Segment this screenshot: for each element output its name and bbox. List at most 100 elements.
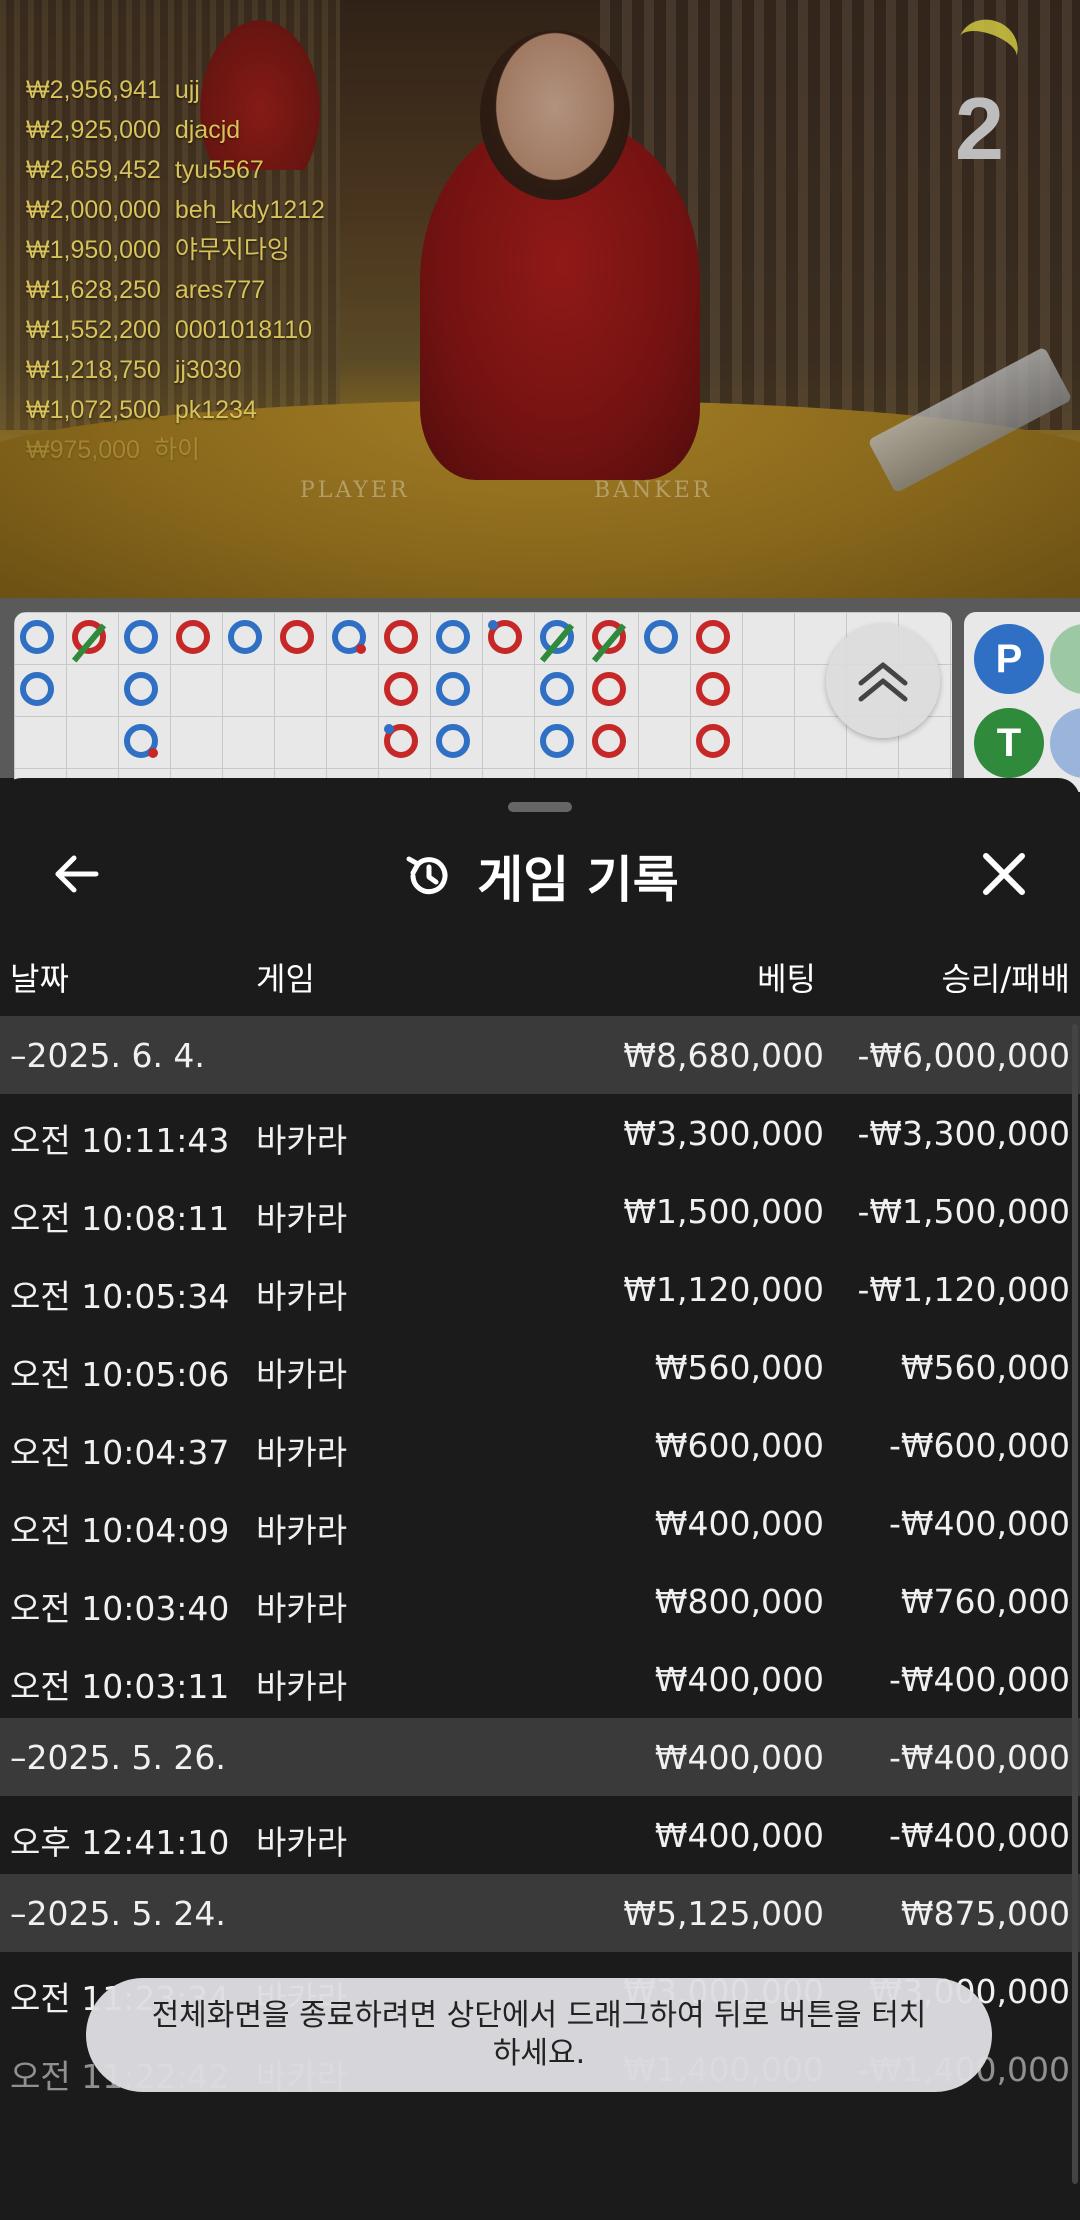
history-row: 오후 12:41:10 바카라 ₩400,000 -₩400,000: [0, 1796, 1080, 1874]
winner-name: ujj: [174, 76, 200, 104]
date-group-row[interactable]: –2025. 5. 26. ₩400,000 -₩400,000: [0, 1718, 1080, 1796]
winner-name: tyu5567: [174, 156, 264, 184]
column-header-bet: 베팅: [757, 960, 816, 998]
winner-row: ₩1,218,750 jj3030: [26, 350, 325, 390]
banker-bead: [592, 672, 626, 706]
row-game: 바카라: [256, 1277, 348, 1316]
row-bet: ₩800,000: [654, 1582, 824, 1621]
winner-name: 야무지다잉: [174, 236, 290, 264]
winner-amount: ₩1,072,500: [26, 396, 161, 424]
player-bead: [540, 724, 574, 758]
column-header-date: 날짜: [10, 960, 69, 998]
winner-name: ares777: [174, 276, 266, 304]
player-bead: [644, 620, 678, 654]
winner-name: jj3030: [174, 356, 242, 384]
row-win-loss: -₩6,000,000: [857, 1036, 1071, 1075]
winner-name: beh_kdy1212: [174, 196, 325, 224]
prediction-panel[interactable]: P T: [964, 612, 1080, 792]
row-game: 바카라: [256, 1121, 348, 1160]
scrollbar[interactable]: [1072, 1024, 1078, 2184]
winner-row: ₩1,628,250 ares777: [26, 270, 325, 310]
row-win-loss: ₩875,000: [900, 1894, 1070, 1933]
banker-bead: [384, 620, 418, 654]
date-group-row[interactable]: –2025. 5. 24. ₩5,125,000 ₩875,000: [0, 1874, 1080, 1952]
winner-amount: ₩1,950,000: [26, 236, 161, 264]
row-date: 오후 12:41:10: [10, 1823, 230, 1862]
player-bead: [124, 620, 158, 654]
row-game: 바카라: [256, 1355, 348, 1394]
winner-name: 0001018110: [174, 316, 313, 344]
row-date: 오전 10:11:43: [10, 1121, 230, 1160]
banker-bead: [696, 620, 730, 654]
winner-amount: ₩1,552,200: [26, 316, 161, 344]
sheet-drag-handle[interactable]: [508, 802, 572, 812]
row-win-loss: -₩400,000: [888, 1738, 1070, 1777]
player-stat-badge-faded: [1050, 708, 1080, 778]
player-bead: [332, 620, 366, 654]
history-row: 오전 10:05:06 바카라 ₩560,000 ₩560,000: [0, 1328, 1080, 1406]
player-stat-badge: P: [974, 624, 1044, 694]
history-row: 오전 10:08:11 바카라 ₩1,500,000 -₩1,500,000: [0, 1172, 1080, 1250]
winners-list: ₩2,956,941 ujj ₩2,925,000 djacjd ₩2,659,452 t…: [26, 70, 325, 470]
fullscreen-exit-toast: 전체화면을 종료하려면 상단에서 드래그하여 뒤로 버튼을 터치하세요.: [86, 1978, 992, 2092]
winner-row: ₩2,956,941 ujj: [26, 70, 325, 110]
column-header-win-loss: 승리/패배: [941, 960, 1070, 998]
double-chevron-up-icon: [858, 662, 908, 702]
winner-amount: ₩1,628,250: [26, 276, 161, 304]
row-bet: ₩400,000: [654, 1504, 824, 1543]
row-win-loss: -₩1,120,000: [857, 1270, 1071, 1309]
player-bead: [436, 672, 470, 706]
expand-roadmap-button[interactable]: [826, 624, 940, 738]
row-bet: ₩400,000: [654, 1660, 824, 1699]
history-icon: [406, 856, 448, 895]
tie-stat-badge: T: [974, 708, 1044, 778]
row-date: 오전 10:04:37: [10, 1433, 230, 1472]
history-row: 오전 10:04:09 바카라 ₩400,000 -₩400,000: [0, 1484, 1080, 1562]
row-game: 바카라: [256, 1433, 348, 1472]
history-row: 오전 10:03:11 바카라 ₩400,000 -₩400,000: [0, 1640, 1080, 1718]
winner-name: 하이: [153, 436, 200, 464]
history-row: 오전 10:03:40 바카라 ₩800,000 ₩760,000: [0, 1562, 1080, 1640]
date-group-row[interactable]: –2025. 6. 4. ₩8,680,000 -₩6,000,000: [0, 1016, 1080, 1094]
row-bet: ₩3,300,000: [623, 1114, 824, 1153]
round-counter: 2: [955, 79, 1004, 178]
row-game: 바카라: [256, 1511, 348, 1550]
big-road-grid[interactable]: [14, 612, 952, 792]
row-win-loss: -₩400,000: [888, 1660, 1070, 1699]
row-bet: ₩5,125,000: [623, 1894, 824, 1933]
row-win-loss: -₩400,000: [888, 1816, 1070, 1855]
row-win-loss: -₩3,300,000: [857, 1114, 1071, 1153]
row-bet: ₩400,000: [654, 1816, 824, 1855]
history-table-body: –2025. 6. 4. ₩8,680,000 -₩6,000,000 오전 10:1…: [0, 1016, 1080, 2108]
player-bead: [539, 620, 575, 663]
row-bet: ₩1,500,000: [623, 1192, 824, 1231]
banker-bead: [280, 620, 314, 654]
winner-amount: ₩2,925,000: [26, 116, 161, 144]
close-button[interactable]: [972, 842, 1036, 906]
row-date: –2025. 5. 26.: [10, 1738, 226, 1777]
player-bead: [124, 724, 158, 758]
winner-amount: ₩975,000: [26, 436, 140, 464]
winner-amount: ₩2,000,000: [26, 196, 161, 224]
winner-row: ₩2,000,000 beh_kdy1212: [26, 190, 325, 230]
row-bet: ₩560,000: [654, 1348, 824, 1387]
row-bet: ₩1,120,000: [623, 1270, 824, 1309]
winner-row: ₩1,072,500 pk1234: [26, 390, 325, 430]
banker-bead: [696, 672, 730, 706]
tie-stat-badge-faded: [1050, 624, 1080, 694]
player-bead: [436, 620, 470, 654]
sheet-header: 게임 기록: [0, 818, 1080, 938]
banker-bead: [71, 620, 107, 663]
row-win-loss: ₩560,000: [900, 1348, 1070, 1387]
row-game: 바카라: [256, 1823, 348, 1862]
row-win-loss: -₩600,000: [888, 1426, 1070, 1465]
winner-amount: ₩2,956,941: [26, 76, 161, 104]
history-row: 오전 10:04:37 바카라 ₩600,000 -₩600,000: [0, 1406, 1080, 1484]
row-date: –2025. 5. 24.: [10, 1894, 226, 1933]
row-bet: ₩400,000: [654, 1738, 824, 1777]
row-date: 오전 10:05:34: [10, 1277, 230, 1316]
history-row: 오전 10:05:34 바카라 ₩1,120,000 -₩1,120,000: [0, 1250, 1080, 1328]
row-win-loss: ₩760,000: [900, 1582, 1070, 1621]
winner-name: pk1234: [174, 396, 257, 424]
row-game: 바카라: [256, 1199, 348, 1238]
